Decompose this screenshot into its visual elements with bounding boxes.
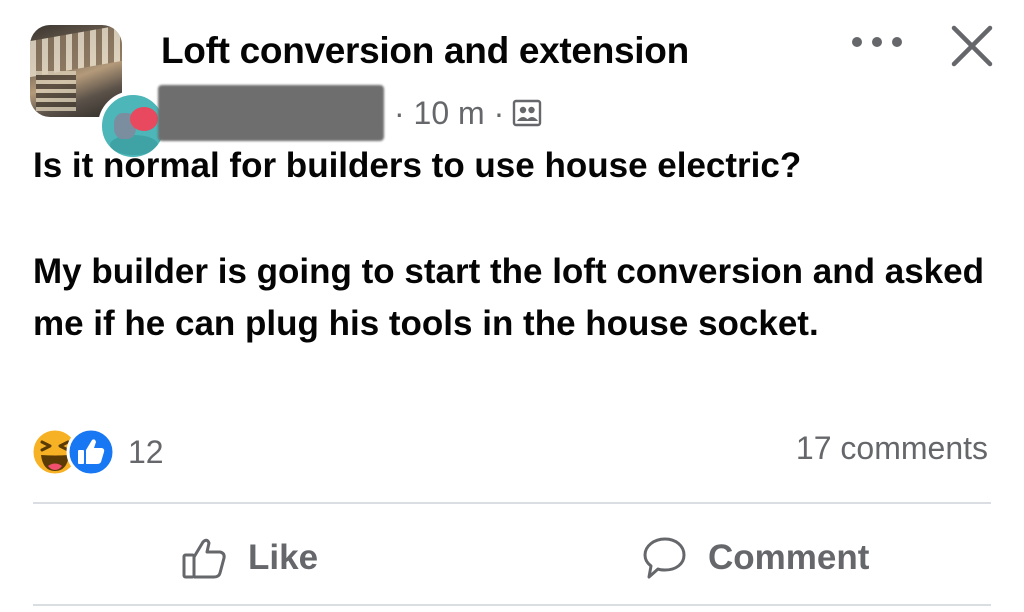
comment-button-label: Comment <box>708 538 870 577</box>
more-options-icon[interactable] <box>852 30 902 54</box>
comment-bubble-icon <box>643 537 686 579</box>
reactions-summary[interactable]: 12 <box>30 426 164 478</box>
close-icon[interactable] <box>948 22 996 70</box>
redacted-author-name <box>158 85 384 141</box>
divider <box>33 502 991 504</box>
group-members-icon <box>513 99 542 127</box>
post-card: Loft conversion and extension · 10 m · I… <box>0 0 1024 612</box>
thumbs-up-icon <box>182 538 226 579</box>
reaction-count: 12 <box>128 433 164 470</box>
post-timestamp[interactable]: · 10 m · <box>394 95 504 132</box>
post-text-paragraph: My builder is going to start the loft co… <box>33 252 984 343</box>
divider <box>33 604 991 606</box>
group-name-link[interactable]: Loft conversion and extension <box>161 30 689 72</box>
post-avatar[interactable] <box>30 25 168 161</box>
post-text-line: Is it normal for builders to use house e… <box>33 146 802 185</box>
comment-button[interactable]: Comment <box>640 528 869 588</box>
like-reaction-icon <box>66 427 116 477</box>
like-button[interactable]: Like <box>180 528 318 588</box>
post-meta: · 10 m · <box>158 85 542 141</box>
comments-count-link[interactable]: 17 comments <box>796 430 988 467</box>
avatar-decoration <box>130 107 158 131</box>
like-button-label: Like <box>248 538 319 577</box>
